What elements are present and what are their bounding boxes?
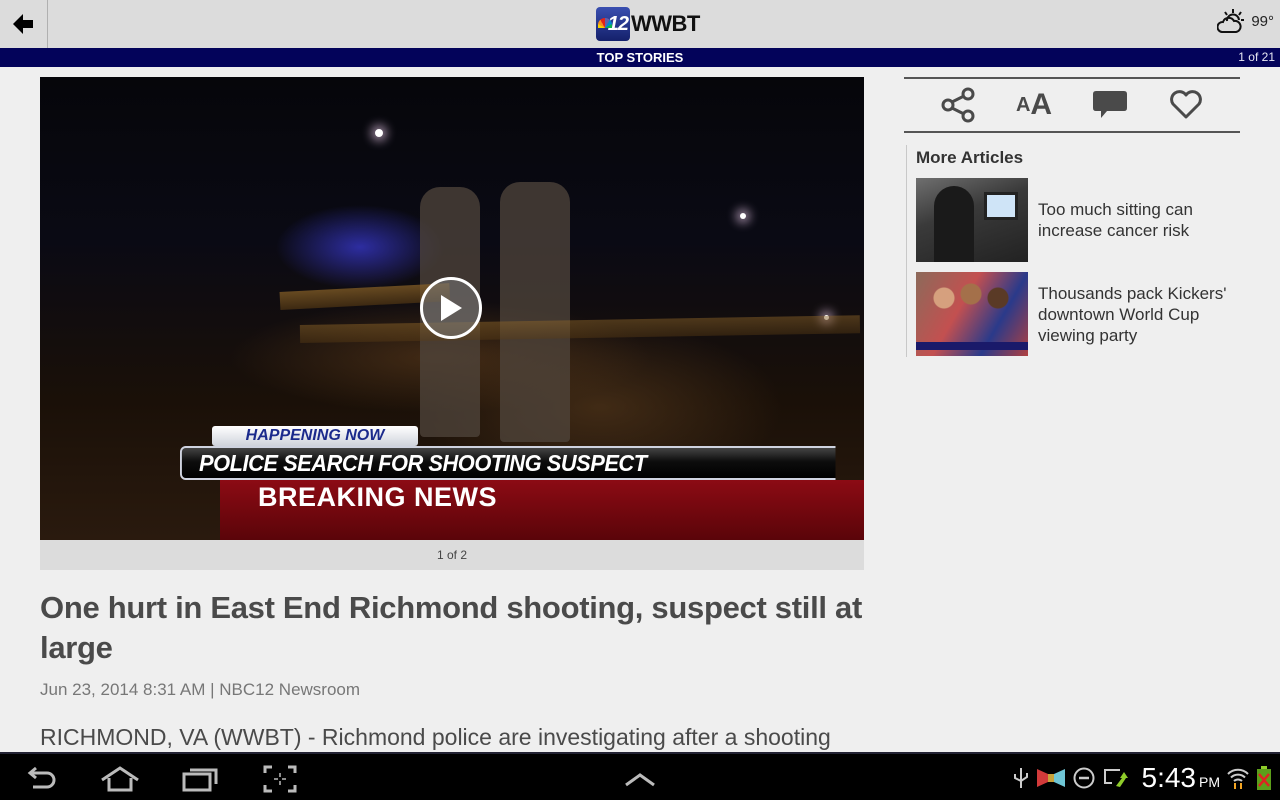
system-back-icon (27, 766, 56, 789)
bystander-figure (500, 182, 570, 442)
back-arrow-icon (12, 14, 33, 34)
play-button[interactable] (420, 277, 482, 339)
article-thumbnail (916, 178, 1028, 262)
system-recents-button[interactable] (178, 762, 222, 796)
system-home-button[interactable] (98, 762, 142, 796)
breaking-news-banner: BREAKING NEWS (220, 480, 864, 540)
video-player[interactable]: HAPPENING NOW POLICE SEARCH FOR SHOOTING… (40, 77, 864, 540)
nbc12-badge: 12 (596, 7, 630, 41)
chevron-up-icon (625, 773, 655, 787)
system-navigation-bar: 5:43 PM (0, 752, 1280, 800)
street-light (375, 129, 383, 137)
text-size-small-glyph: A (1015, 93, 1031, 116)
screenshot-button[interactable] (258, 762, 302, 796)
article-thumbnail (916, 272, 1028, 356)
logo-text: WWBT (631, 11, 700, 36)
thumbnail-person (934, 186, 974, 262)
clock-ampm: PM (1199, 774, 1220, 790)
more-article-item[interactable]: Too much sitting can increase cancer ris… (916, 178, 1236, 262)
more-article-label: Thousands pack Kickers' downtown World C… (1038, 283, 1227, 345)
text-size-big-glyph: A (1030, 88, 1053, 121)
comment-button[interactable] (1086, 85, 1134, 125)
breaking-news-text: BREAKING NEWS (258, 482, 498, 512)
police-tape (299, 315, 861, 343)
do-not-disturb-icon (1073, 767, 1094, 789)
app-notification-icon (1036, 769, 1065, 787)
system-clock: 5:43 PM (1142, 762, 1221, 794)
weather-widget[interactable]: 99° (1217, 8, 1274, 34)
media-counter: 1 of 2 (40, 540, 864, 570)
partly-cloudy-icon (1217, 9, 1245, 33)
heart-icon (1170, 90, 1202, 119)
section-strip: TOP STORIES 1 of 21 (0, 48, 1280, 67)
screenshot-icon (263, 765, 297, 793)
more-article-label: Too much sitting can increase cancer ris… (1038, 200, 1193, 240)
back-button[interactable] (0, 0, 48, 48)
comment-icon (1093, 91, 1127, 118)
more-articles-title: More Articles (916, 148, 1024, 167)
article-body: RICHMOND, VA (WWBT) - Richmond police ar… (40, 724, 831, 750)
lower-third-headline: POLICE SEARCH FOR SHOOTING SUSPECT (180, 446, 836, 480)
status-area[interactable]: 5:43 PM (1012, 758, 1273, 798)
article-toolbar: AA (904, 77, 1240, 133)
wifi-icon (1227, 768, 1249, 789)
news-lower-third: HAPPENING NOW POLICE SEARCH FOR SHOOTING… (180, 424, 864, 540)
thumbnail-ticker (916, 342, 1028, 350)
street-light (740, 213, 746, 219)
text-size-button[interactable]: AA (1010, 85, 1058, 125)
expand-tray-button[interactable] (618, 762, 662, 796)
system-back-button[interactable] (20, 762, 64, 796)
favorite-button[interactable] (1162, 85, 1210, 125)
play-icon (441, 295, 462, 321)
battery-icon (1257, 766, 1271, 790)
more-articles-panel: More Articles Too much sitting can incre… (906, 145, 1240, 357)
thumbnail-crowd (926, 278, 1016, 318)
station-logo: 12 WWBT (596, 6, 700, 42)
peacock-icon (598, 18, 612, 28)
share-button[interactable] (934, 85, 982, 125)
system-home-icon (101, 766, 139, 792)
happening-now-tag: HAPPENING NOW (212, 426, 418, 446)
thumbnail-monitor (984, 192, 1018, 220)
article-title: One hurt in East End Richmond shooting, … (40, 590, 862, 665)
sync-icon (1103, 769, 1128, 787)
clock-time: 5:43 (1141, 762, 1197, 793)
weather-temp: 99° (1251, 12, 1274, 30)
section-title: TOP STORIES (596, 50, 684, 65)
usb-icon (1013, 768, 1028, 788)
system-recents-icon (182, 768, 218, 792)
more-article-item[interactable]: Thousands pack Kickers' downtown World C… (916, 272, 1236, 356)
story-pager: 1 of 21 (1238, 50, 1275, 64)
share-icon (941, 87, 975, 123)
article-byline: Jun 23, 2014 8:31 AM | NBC12 Newsroom (40, 680, 361, 699)
app-header: 12 WWBT 99° (0, 0, 1280, 48)
